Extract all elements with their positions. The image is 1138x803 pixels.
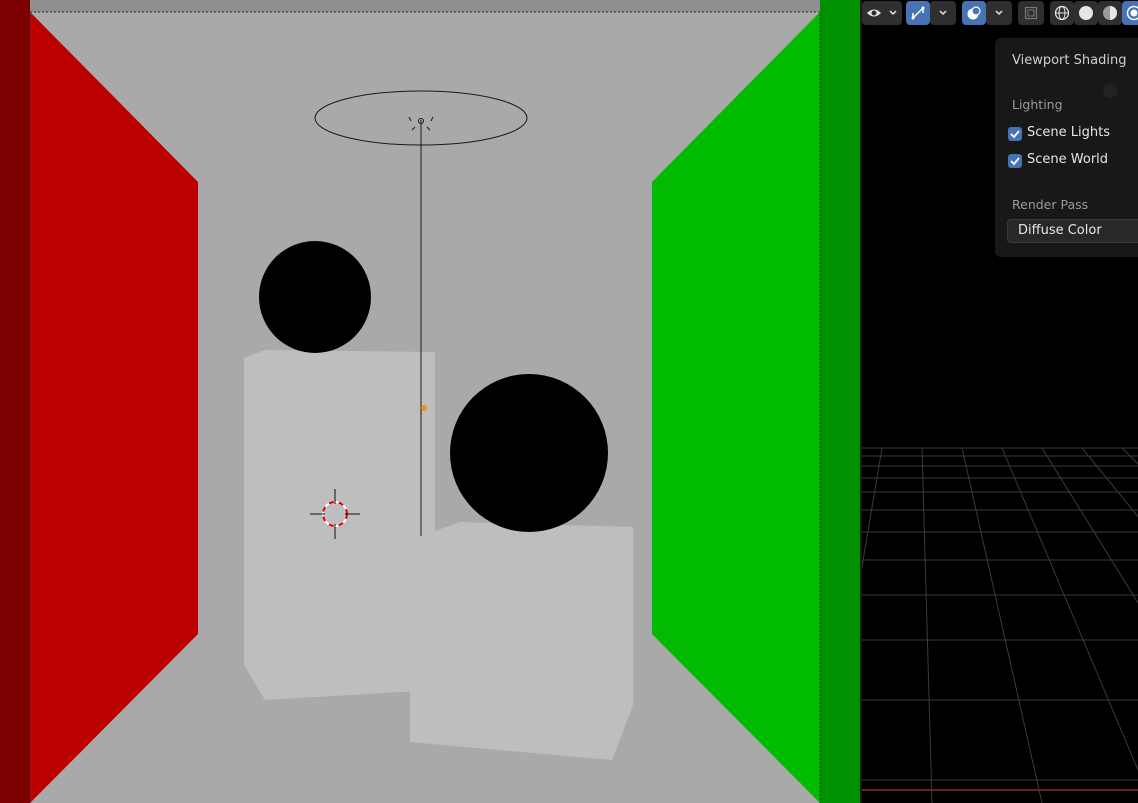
solid-shading-button[interactable]: [1074, 1, 1098, 25]
right-wall-edge: [820, 0, 860, 803]
short-box: [410, 522, 633, 760]
scene-lights-checkbox[interactable]: Scene Lights: [1008, 125, 1128, 143]
overlay-dropdown[interactable]: [986, 1, 1012, 25]
viewport-scene: [0, 0, 860, 803]
scene-lights-label: Scene Lights: [1027, 125, 1110, 140]
rendered-shading-button[interactable]: [1122, 1, 1138, 25]
checkmark-icon: [1010, 157, 1020, 166]
xray-icon: [1024, 6, 1038, 20]
wireframe-shading-button[interactable]: [1050, 1, 1074, 25]
overlay-toggle[interactable]: [962, 1, 986, 25]
render-pass-value: Diffuse Color: [1018, 223, 1102, 238]
gizmo-icon: [911, 6, 925, 20]
wireframe-shading-icon: [1054, 5, 1070, 21]
checkbox-box[interactable]: [1008, 154, 1022, 168]
sphere-small: [259, 241, 371, 353]
ceiling-edge: [0, 0, 860, 12]
solid-shading-icon: [1079, 6, 1093, 20]
chevron-down-icon: [939, 10, 947, 16]
lighting-section-label: Lighting: [1012, 97, 1063, 112]
camera-viewport[interactable]: [0, 0, 860, 803]
light-origin-dot: [421, 405, 427, 411]
chevron-down-icon: [995, 10, 1003, 16]
checkmark-icon: [1010, 130, 1020, 139]
gizmo-toggle[interactable]: [906, 1, 930, 25]
render-pass-dropdown[interactable]: Diffuse Color: [1007, 219, 1138, 243]
chevron-down-icon: [889, 10, 897, 16]
popover-title: Viewport Shading: [1012, 53, 1127, 68]
checkbox-box[interactable]: [1008, 127, 1022, 141]
overlay-icon: [967, 6, 981, 20]
eye-icon: [867, 9, 881, 17]
gizmo-dropdown[interactable]: [930, 1, 956, 25]
material-shading-button[interactable]: [1098, 1, 1122, 25]
viewport-shading-popover: Viewport Shading Lighting Scene Lights S…: [995, 38, 1138, 257]
material-shading-icon: [1103, 6, 1117, 20]
scene-world-label: Scene World: [1027, 152, 1109, 167]
viewport-header: [862, 0, 1138, 26]
scene-world-checkbox[interactable]: Scene World: [1008, 152, 1128, 170]
rendered-shading-icon: [1126, 5, 1138, 21]
xray-toggle[interactable]: [1018, 1, 1044, 25]
sphere-large: [450, 374, 608, 532]
left-wall-edge: [0, 0, 30, 803]
visibility-dropdown[interactable]: [862, 1, 902, 25]
background-dot: [1103, 84, 1117, 98]
render-pass-section-label: Render Pass: [1012, 197, 1089, 212]
